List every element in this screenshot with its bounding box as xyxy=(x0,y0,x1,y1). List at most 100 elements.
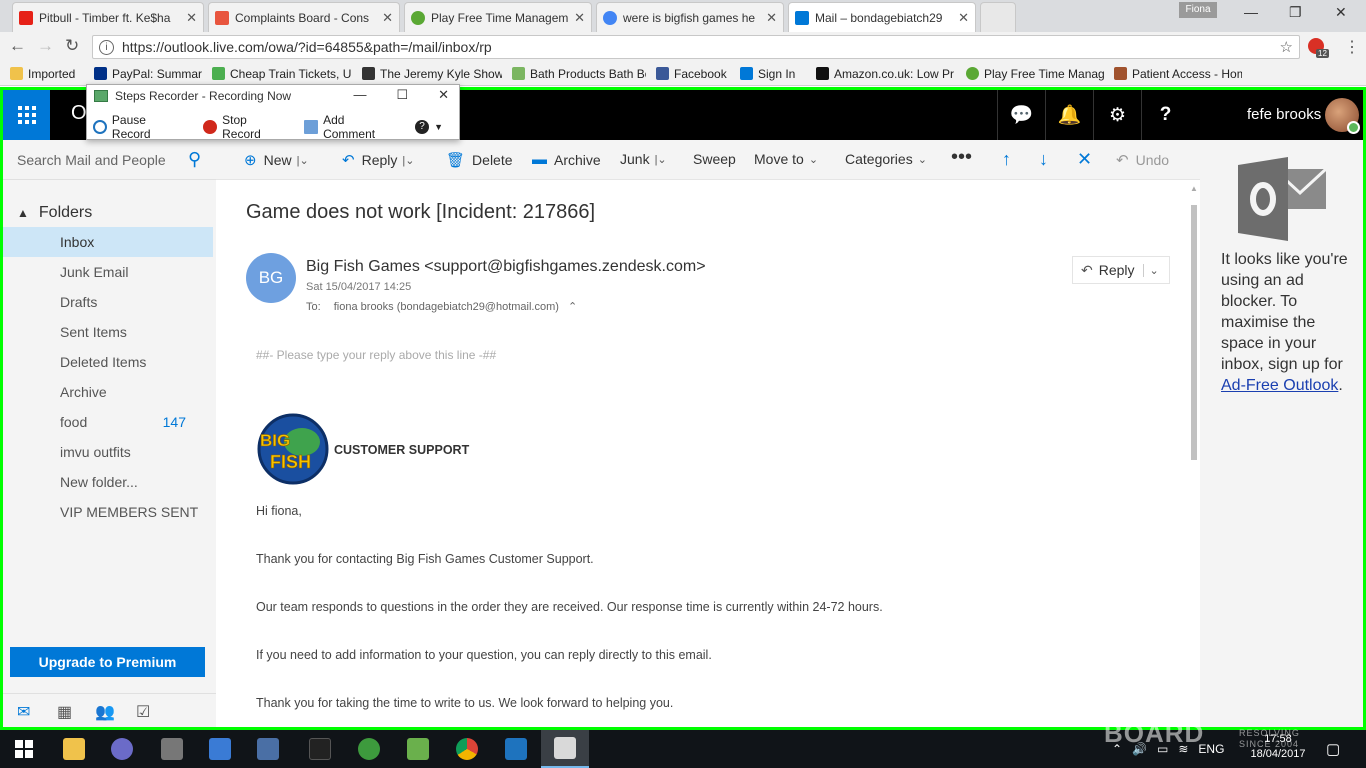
people-icon[interactable]: 👥 xyxy=(95,702,115,722)
taskbar-steps-recorder[interactable] xyxy=(541,730,589,768)
folder-archive[interactable]: Archive xyxy=(3,377,213,407)
chevron-down-icon[interactable]: |⌄ xyxy=(402,154,414,167)
reload-icon[interactable]: ↻ xyxy=(65,36,79,56)
bookmark-time-management[interactable]: Play Free Time Manag xyxy=(966,67,1104,81)
folder-inbox[interactable]: Inbox xyxy=(3,227,213,257)
browser-tab-pitbull[interactable]: Pitbull - Timber ft. Ke$ha ✕ xyxy=(12,2,204,32)
stop-record-button[interactable]: Stop Record xyxy=(203,113,288,141)
bell-icon[interactable]: 🔔 xyxy=(1045,90,1093,140)
taskbar-chrome[interactable] xyxy=(443,730,491,768)
taskbar-app-editor[interactable] xyxy=(244,730,292,768)
bookmark-star-icon[interactable]: ☆ xyxy=(1280,38,1293,56)
taskbar-app-paint[interactable] xyxy=(196,730,244,768)
scroll-thumb[interactable] xyxy=(1191,205,1197,460)
folder-drafts[interactable]: Drafts xyxy=(3,287,213,317)
reply-button-inline[interactable]: ↶ Reply ⌄ xyxy=(1072,256,1170,284)
ad-free-outlook-link[interactable]: Ad-Free Outlook xyxy=(1221,377,1338,394)
arrow-up-icon[interactable]: ↑ xyxy=(1002,149,1011,170)
archive-button[interactable]: ▬ Archive xyxy=(532,151,601,168)
taskbar-app-globe[interactable] xyxy=(345,730,393,768)
folder-food[interactable]: food 147 xyxy=(3,407,213,437)
new-button[interactable]: ⊕ New |⌄ xyxy=(244,151,309,169)
help-dropdown[interactable]: ? ▼ xyxy=(415,120,443,134)
taskbar-app-drone[interactable] xyxy=(148,730,196,768)
close-icon[interactable]: ✕ xyxy=(958,10,969,26)
bookmark-train-tickets[interactable]: Cheap Train Tickets, U xyxy=(212,67,352,81)
close-icon[interactable]: ✕ xyxy=(382,10,393,26)
calendar-icon[interactable]: ▦ xyxy=(57,702,72,722)
sender-avatar[interactable]: BG xyxy=(246,253,296,303)
back-icon[interactable]: ← xyxy=(9,36,26,56)
bookmark-bath-products[interactable]: Bath Products Bath Bo xyxy=(512,67,646,81)
reply-button[interactable]: ↶ Reply |⌄ xyxy=(342,151,414,169)
maximize-icon[interactable]: ☐ xyxy=(396,87,408,103)
steps-recorder-window[interactable]: Steps Recorder - Recording Now — ☐ ✕ Pau… xyxy=(86,84,460,141)
bookmark-facebook[interactable]: Facebook xyxy=(656,67,730,81)
browser-tab-complaints[interactable]: Complaints Board - Cons ✕ xyxy=(208,2,400,32)
delete-button[interactable]: 🗑 Delete xyxy=(446,151,513,169)
upgrade-button[interactable]: Upgrade to Premium xyxy=(10,647,205,677)
close-icon[interactable]: ✕ xyxy=(1077,149,1092,170)
taskbar-app-kindle[interactable] xyxy=(296,730,344,768)
mail-icon[interactable]: ✉ xyxy=(17,702,30,722)
search-icon[interactable]: ⚲ xyxy=(188,149,201,170)
browser-tab-google-search[interactable]: were is bigfish games he ✕ xyxy=(596,2,784,32)
close-icon[interactable]: ✕ xyxy=(574,10,585,26)
menu-icon[interactable]: ⋮ xyxy=(1344,37,1360,57)
more-options-icon[interactable]: ••• xyxy=(951,146,972,169)
move-to-button[interactable]: Move to ⌄ xyxy=(754,151,818,167)
bookmark-patient-access[interactable]: Patient Access - Home xyxy=(1114,67,1242,81)
user-name[interactable]: fefe brooks xyxy=(1247,106,1321,123)
close-icon[interactable]: ✕ xyxy=(766,10,777,26)
app-launcher-button[interactable] xyxy=(3,90,50,140)
url-text[interactable]: https://outlook.live.com/owa/?id=64855&p… xyxy=(122,39,492,55)
chevron-down-icon[interactable]: |⌄ xyxy=(297,154,309,167)
chat-icon[interactable]: 💬 xyxy=(997,90,1045,140)
minimize-icon[interactable]: — xyxy=(1244,4,1258,20)
profile-name[interactable]: Fiona xyxy=(1179,2,1217,18)
sender-name[interactable]: Big Fish Games <support@bigfishgames.zen… xyxy=(306,258,706,276)
taskbar-app-swirl[interactable] xyxy=(98,730,146,768)
folder-junk-email[interactable]: Junk Email xyxy=(3,257,213,287)
search-input[interactable]: Search Mail and People xyxy=(17,152,166,168)
notification-icon[interactable]: ▢ xyxy=(1326,740,1340,758)
start-button[interactable] xyxy=(0,730,48,768)
add-comment-button[interactable]: Add Comment xyxy=(304,113,399,141)
tasks-icon[interactable]: ☑ xyxy=(136,702,150,722)
chevron-down-icon[interactable]: ⌄ xyxy=(1142,263,1159,277)
search-box[interactable]: Search Mail and People ⚲ xyxy=(3,140,216,180)
help-icon[interactable]: ? xyxy=(1141,90,1189,140)
info-icon[interactable]: i xyxy=(99,39,114,55)
window-close-icon[interactable]: ✕ xyxy=(1335,4,1347,21)
arrow-down-icon[interactable]: ↓ xyxy=(1039,149,1048,170)
folder-new-folder[interactable]: New folder... xyxy=(3,467,213,497)
recipient[interactable]: fiona brooks (bondagebiatch29@hotmail.co… xyxy=(334,301,559,313)
undo-button[interactable]: ↶ Undo xyxy=(1116,151,1169,169)
browser-tab-mail[interactable]: Mail – bondagebiatch29 ✕ xyxy=(788,2,976,32)
bookmark-jeremy-kyle[interactable]: The Jeremy Kyle Show xyxy=(362,67,502,81)
categories-button[interactable]: Categories ⌄ xyxy=(845,151,927,167)
forward-icon[interactable]: → xyxy=(37,36,54,56)
new-tab-button[interactable] xyxy=(980,2,1016,32)
bookmark-imported[interactable]: Imported xyxy=(10,67,84,81)
folder-vip-members-sent[interactable]: VIP MEMBERS SENT xyxy=(3,497,213,527)
close-icon[interactable]: ✕ xyxy=(186,10,197,26)
bookmark-amazon[interactable]: Amazon.co.uk: Low Pr xyxy=(816,67,956,81)
minimize-icon[interactable]: — xyxy=(353,87,366,103)
folder-imvu-outfits[interactable]: imvu outfits xyxy=(3,437,213,467)
reading-pane-scrollbar[interactable]: ▲ xyxy=(1188,180,1200,727)
taskbar-file-explorer[interactable] xyxy=(50,730,98,768)
folder-deleted-items[interactable]: Deleted Items xyxy=(3,347,213,377)
taskbar-app-window[interactable] xyxy=(492,730,540,768)
bookmark-paypal[interactable]: PayPal: Summary xyxy=(94,67,202,81)
chevron-down-icon[interactable]: |⌄ xyxy=(655,153,667,166)
browser-tab-time-management[interactable]: Play Free Time Managem ✕ xyxy=(404,2,592,32)
bookmark-sign-in[interactable]: Sign In xyxy=(740,67,806,81)
close-icon[interactable]: ✕ xyxy=(438,87,449,103)
chevron-up-icon[interactable]: ⌃ xyxy=(568,301,577,313)
gear-icon[interactable]: ⚙ xyxy=(1093,90,1141,140)
junk-button[interactable]: Junk |⌄ xyxy=(620,151,667,167)
folders-heading[interactable]: ▲ Folders xyxy=(17,204,92,222)
taskbar-app-w[interactable] xyxy=(394,730,442,768)
scroll-up-icon[interactable]: ▲ xyxy=(1190,184,1198,193)
